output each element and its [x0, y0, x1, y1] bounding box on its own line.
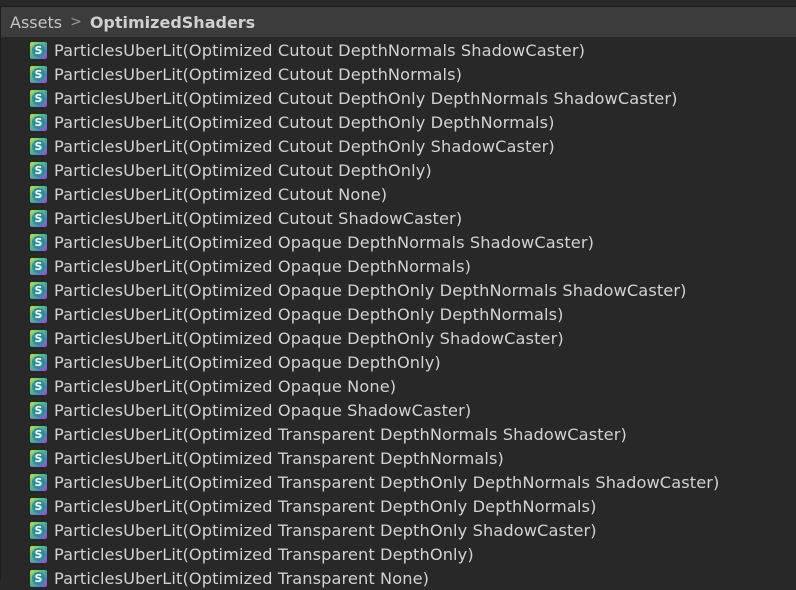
shader-icon-glyph: S — [32, 139, 45, 153]
asset-name: ParticlesUberLit(Optimized Opaque DepthO… — [54, 280, 687, 300]
shader-icon-glyph: S — [32, 259, 45, 273]
shader-icon: S — [30, 233, 47, 251]
asset-name: ParticlesUberLit(Optimized Transparent D… — [54, 424, 627, 444]
shader-icon: S — [30, 305, 47, 323]
breadcrumb-separator: > — [70, 14, 82, 30]
asset-name: ParticlesUberLit(Optimized Transparent D… — [54, 472, 720, 492]
breadcrumb-current-folder[interactable]: OptimizedShaders — [90, 13, 255, 32]
asset-name: ParticlesUberLit(Optimized Transparent N… — [54, 568, 430, 588]
asset-list-item[interactable]: S ParticlesUberLit(Optimized Opaque Shado… — [1, 398, 796, 422]
shader-icon: S — [30, 473, 47, 491]
asset-list-item[interactable]: S ParticlesUberLit(Optimized Opaque Depth… — [1, 302, 796, 326]
shader-icon-glyph: S — [32, 499, 45, 513]
asset-list-item[interactable]: S ParticlesUberLit(Optimized Cutout Depth… — [1, 110, 796, 134]
asset-list-item[interactable]: S ParticlesUberLit(Optimized Cutout Depth… — [1, 62, 796, 86]
shader-icon: S — [30, 521, 47, 539]
shader-icon: S — [30, 545, 47, 563]
shader-icon-glyph: S — [32, 547, 45, 561]
asset-name: ParticlesUberLit(Optimized Opaque DepthO… — [54, 328, 564, 348]
shader-icon: S — [30, 377, 47, 395]
shader-icon-glyph: S — [32, 67, 45, 81]
shader-icon-glyph: S — [32, 211, 45, 225]
asset-list-item[interactable]: S ParticlesUberLit(Optimized Cutout Depth… — [1, 134, 796, 158]
shader-icon: S — [30, 161, 47, 179]
asset-name: ParticlesUberLit(Optimized Cutout None) — [54, 184, 388, 204]
shader-icon-glyph: S — [32, 115, 45, 129]
shader-icon: S — [30, 329, 47, 347]
shader-icon: S — [30, 401, 47, 419]
asset-name: ParticlesUberLit(Optimized Opaque None) — [54, 376, 397, 396]
shader-icon-glyph: S — [32, 571, 45, 585]
asset-name: ParticlesUberLit(Optimized Transparent D… — [54, 496, 597, 516]
shader-icon-glyph: S — [32, 331, 45, 345]
asset-name: ParticlesUberLit(Optimized Cutout DepthN… — [54, 40, 585, 60]
shader-icon: S — [30, 137, 47, 155]
asset-name: ParticlesUberLit(Optimized Opaque DepthO… — [54, 304, 564, 324]
asset-list-item[interactable]: S ParticlesUberLit(Optimized Transparent … — [1, 566, 796, 590]
shader-icon-glyph: S — [32, 427, 45, 441]
asset-list-item[interactable]: S ParticlesUberLit(Optimized Cutout Depth… — [1, 158, 796, 182]
shader-icon: S — [30, 65, 47, 83]
breadcrumb: Assets > OptimizedShaders — [0, 7, 796, 37]
shader-icon-glyph: S — [32, 379, 45, 393]
asset-name: ParticlesUberLit(Optimized Opaque DepthO… — [54, 352, 441, 372]
shader-icon-glyph: S — [32, 163, 45, 177]
shader-icon: S — [30, 209, 47, 227]
shader-icon-glyph: S — [32, 307, 45, 321]
asset-name: ParticlesUberLit(Optimized Opaque DepthN… — [54, 232, 594, 252]
asset-list-item[interactable]: S ParticlesUberLit(Optimized Opaque Depth… — [1, 230, 796, 254]
shader-icon-glyph: S — [32, 235, 45, 249]
breadcrumb-assets[interactable]: Assets — [10, 13, 62, 32]
asset-name: ParticlesUberLit(Optimized Opaque DepthN… — [54, 256, 472, 276]
asset-name: ParticlesUberLit(Optimized Cutout DepthO… — [54, 88, 678, 108]
shader-icon-glyph: S — [32, 187, 45, 201]
shader-icon-glyph: S — [32, 403, 45, 417]
asset-list-item[interactable]: S ParticlesUberLit(Optimized Cutout Depth… — [1, 38, 796, 62]
asset-name: ParticlesUberLit(Optimized Cutout DepthO… — [54, 112, 555, 132]
shader-icon-glyph: S — [32, 523, 45, 537]
asset-list-item[interactable]: S ParticlesUberLit(Optimized Cutout Depth… — [1, 86, 796, 110]
asset-list-item[interactable]: S ParticlesUberLit(Optimized Opaque Depth… — [1, 350, 796, 374]
asset-name: ParticlesUberLit(Optimized Transparent D… — [54, 544, 474, 564]
shader-icon: S — [30, 281, 47, 299]
shader-icon: S — [30, 353, 47, 371]
shader-icon: S — [30, 185, 47, 203]
asset-name: ParticlesUberLit(Optimized Cutout DepthO… — [54, 160, 432, 180]
shader-icon: S — [30, 257, 47, 275]
shader-icon: S — [30, 449, 47, 467]
asset-list-item[interactable]: S ParticlesUberLit(Optimized Opaque Depth… — [1, 326, 796, 350]
asset-list-item[interactable]: S ParticlesUberLit(Optimized Opaque Depth… — [1, 254, 796, 278]
shader-icon: S — [30, 89, 47, 107]
shader-icon-glyph: S — [32, 283, 45, 297]
shader-icon: S — [30, 41, 47, 59]
asset-name: ParticlesUberLit(Optimized Cutout DepthO… — [54, 136, 555, 156]
asset-list-item[interactable]: S ParticlesUberLit(Optimized Transparent … — [1, 518, 796, 542]
shader-icon-glyph: S — [32, 475, 45, 489]
shader-icon-glyph: S — [32, 451, 45, 465]
asset-list-item[interactable]: S ParticlesUberLit(Optimized Transparent … — [1, 470, 796, 494]
shader-icon: S — [30, 569, 47, 587]
asset-list-item[interactable]: S ParticlesUberLit(Optimized Transparent … — [1, 494, 796, 518]
asset-list-item[interactable]: S ParticlesUberLit(Optimized Transparent … — [1, 422, 796, 446]
shader-icon: S — [30, 113, 47, 131]
shader-icon: S — [30, 425, 47, 443]
asset-list-item[interactable]: S ParticlesUberLit(Optimized Cutout None) — [1, 182, 796, 206]
top-border — [0, 0, 796, 7]
asset-list-item[interactable]: S ParticlesUberLit(Optimized Opaque Depth… — [1, 278, 796, 302]
shader-icon-glyph: S — [32, 355, 45, 369]
asset-list-item[interactable]: S ParticlesUberLit(Optimized Opaque None) — [1, 374, 796, 398]
asset-name: ParticlesUberLit(Optimized Transparent D… — [54, 520, 597, 540]
asset-list: S ParticlesUberLit(Optimized Cutout Depth… — [0, 38, 796, 588]
asset-list-item[interactable]: S ParticlesUberLit(Optimized Transparent … — [1, 446, 796, 470]
asset-name: ParticlesUberLit(Optimized Cutout Shadow… — [54, 208, 463, 228]
asset-list-item[interactable]: S ParticlesUberLit(Optimized Cutout Shado… — [1, 206, 796, 230]
asset-name: ParticlesUberLit(Optimized Transparent D… — [54, 448, 504, 468]
shader-icon-glyph: S — [32, 91, 45, 105]
asset-list-item[interactable]: S ParticlesUberLit(Optimized Transparent … — [1, 542, 796, 566]
asset-name: ParticlesUberLit(Optimized Cutout DepthN… — [54, 64, 463, 84]
shader-icon-glyph: S — [32, 43, 45, 57]
asset-name: ParticlesUberLit(Optimized Opaque Shadow… — [54, 400, 472, 420]
shader-icon: S — [30, 497, 47, 515]
